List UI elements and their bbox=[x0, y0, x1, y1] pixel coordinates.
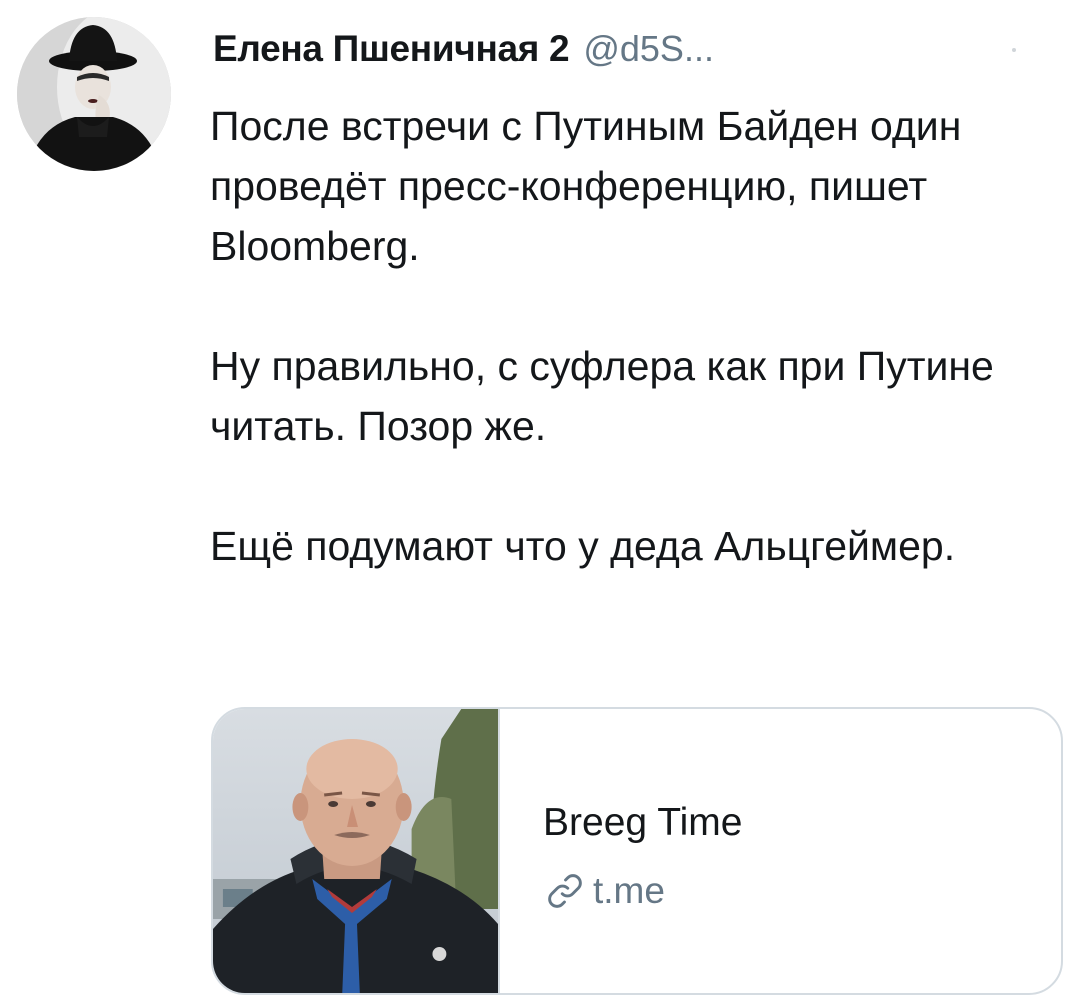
tweet[interactable]: Елена Пшеничная 2 @d5S... После встречи … bbox=[0, 0, 1080, 1002]
link-preview-card[interactable]: Breeg Time t.me bbox=[211, 707, 1063, 995]
link-icon bbox=[543, 869, 587, 913]
tweet-paragraph: Ну правильно, с суфлера как при Путине ч… bbox=[210, 343, 994, 449]
tweet-paragraph: После встречи с Путиным Байден один пров… bbox=[210, 103, 962, 269]
avatar-image bbox=[17, 17, 171, 171]
link-preview-domain[interactable]: t.me bbox=[543, 869, 665, 913]
tweet-header: Елена Пшеничная 2 @d5S... bbox=[213, 28, 714, 76]
author-avatar[interactable] bbox=[17, 17, 171, 171]
link-domain-text: t.me bbox=[593, 870, 665, 911]
more-options-icon[interactable] bbox=[1012, 48, 1016, 52]
link-preview-title[interactable]: Breeg Time bbox=[543, 801, 742, 845]
portrait-photo bbox=[213, 709, 498, 993]
link-preview-thumbnail bbox=[213, 709, 500, 993]
author-display-name[interactable]: Елена Пшеничная 2 bbox=[213, 28, 570, 70]
tweet-text: После встречи с Путиным Байден один пров… bbox=[210, 96, 1050, 576]
author-handle[interactable]: @d5S... bbox=[583, 28, 714, 70]
tweet-paragraph: Ещё подумают что у деда Альцгеймер. bbox=[210, 523, 956, 569]
